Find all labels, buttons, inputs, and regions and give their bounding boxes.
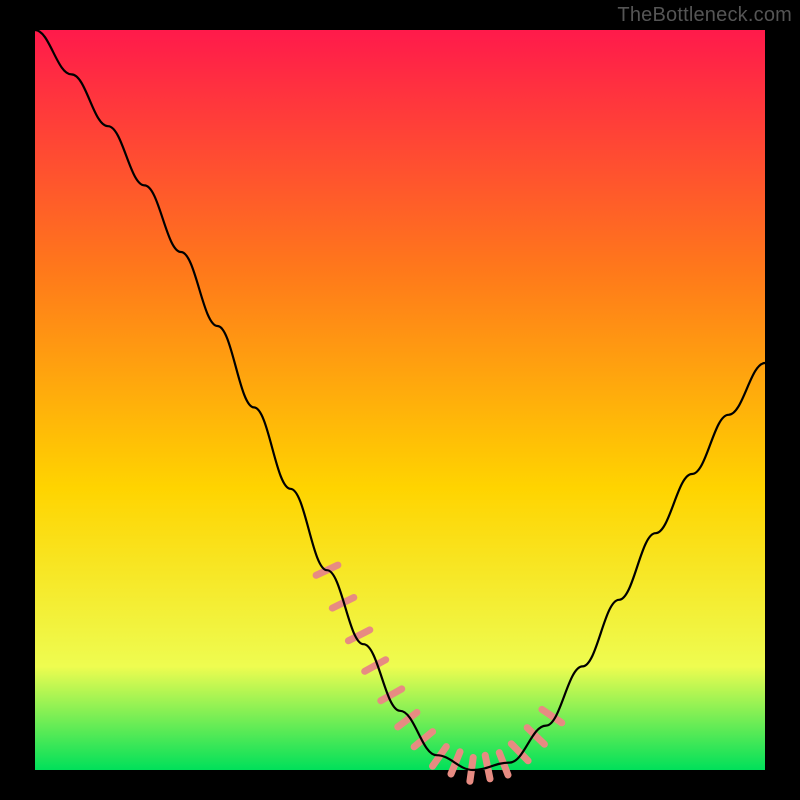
plot-background	[35, 30, 765, 770]
chart-container: TheBottleneck.com	[0, 0, 800, 800]
watermark-text: TheBottleneck.com	[617, 4, 792, 27]
chart-svg	[0, 0, 800, 800]
